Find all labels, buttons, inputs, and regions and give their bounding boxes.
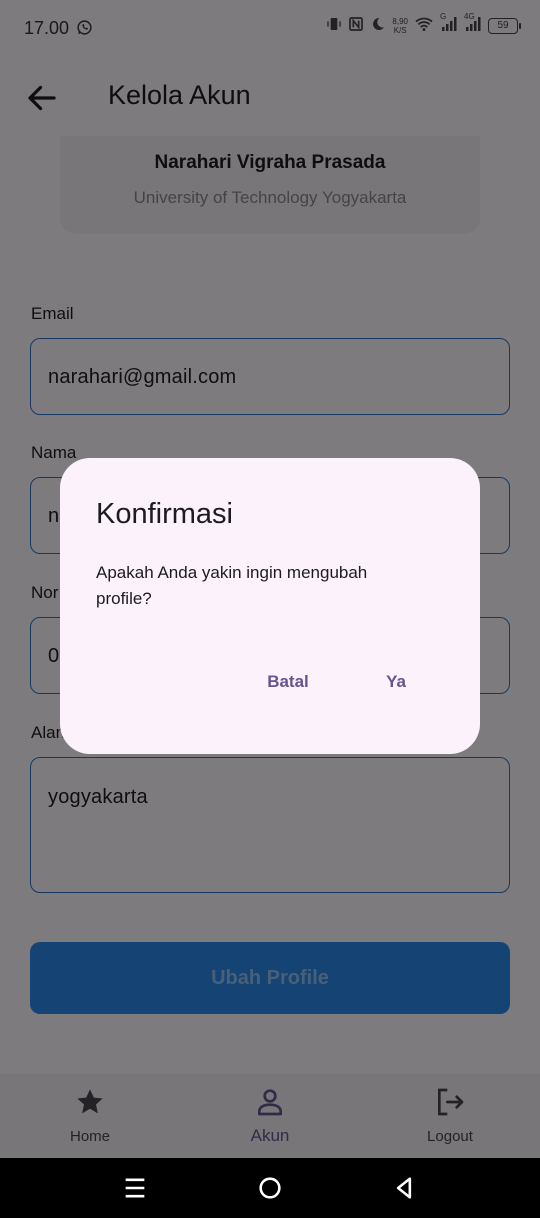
dialog-title: Konfirmasi [96, 498, 233, 530]
back-triangle-icon[interactable] [390, 1174, 418, 1202]
menu-icon[interactable] [121, 1174, 149, 1202]
app-screen: 17.00 8,90 K/S G [0, 0, 540, 1218]
ya-button[interactable]: Ya [370, 662, 422, 702]
batal-button[interactable]: Batal [250, 662, 326, 702]
system-navigation-bar [0, 1158, 540, 1218]
confirm-dialog: Konfirmasi Apakah Anda yakin ingin mengu… [60, 458, 480, 754]
dialog-message: Apakah Anda yakin ingin mengubah profile… [96, 563, 368, 608]
home-circle-icon[interactable] [256, 1174, 284, 1202]
